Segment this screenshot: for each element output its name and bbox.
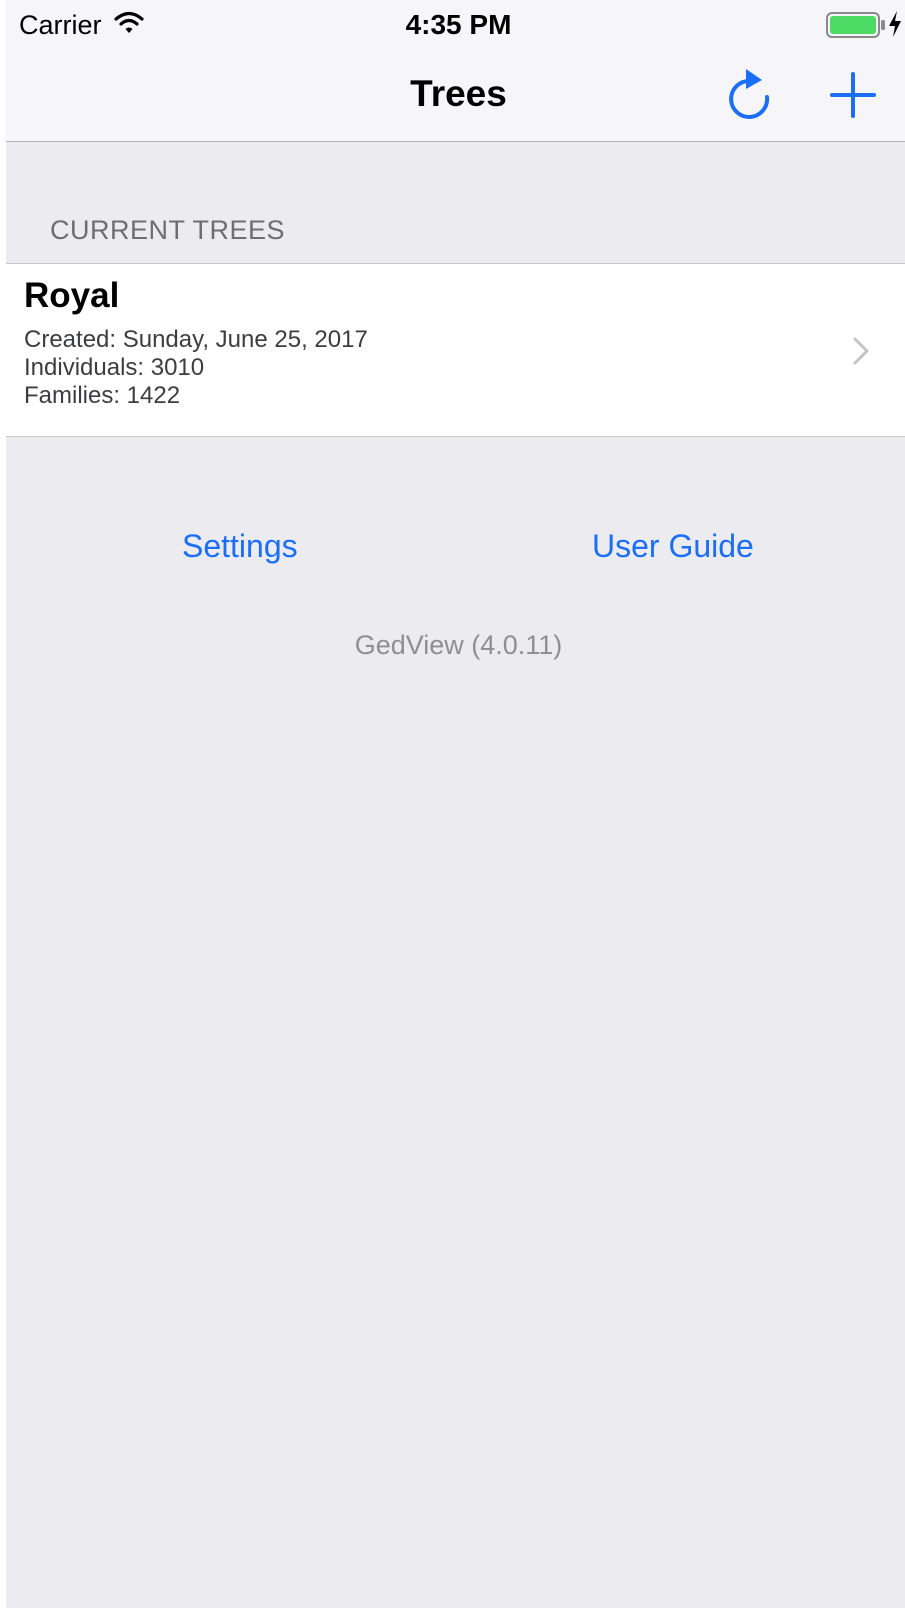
- tree-created-date: Created: Sunday, June 25, 2017: [24, 326, 368, 353]
- refresh-button[interactable]: [724, 67, 776, 123]
- chevron-right-icon: [853, 337, 869, 365]
- tree-row[interactable]: Royal Created: Sunday, June 25, 2017 Ind…: [6, 263, 905, 437]
- tree-individuals-count: Individuals: 3010: [24, 354, 205, 381]
- refresh-icon: [729, 69, 770, 119]
- user-guide-button[interactable]: User Guide: [592, 526, 754, 566]
- section-header: CURRENT TREES: [50, 215, 286, 245]
- battery-icon: [826, 12, 885, 38]
- charging-bolt-icon: [889, 11, 901, 37]
- status-time: 4:35 PM: [405, 9, 512, 40]
- top-bar: Carrier 4:35 PM Trees: [6, 0, 905, 142]
- tree-families-count: Families: 1422: [24, 382, 181, 409]
- version-label: GedView (4.0.11): [354, 630, 563, 660]
- add-button[interactable]: [828, 70, 878, 120]
- settings-button[interactable]: Settings: [182, 526, 298, 566]
- screen: Carrier 4:35 PM Trees CURRENT TREES Roya…: [6, 0, 905, 1608]
- add-icon: [830, 72, 876, 118]
- tree-name: Royal: [24, 276, 120, 315]
